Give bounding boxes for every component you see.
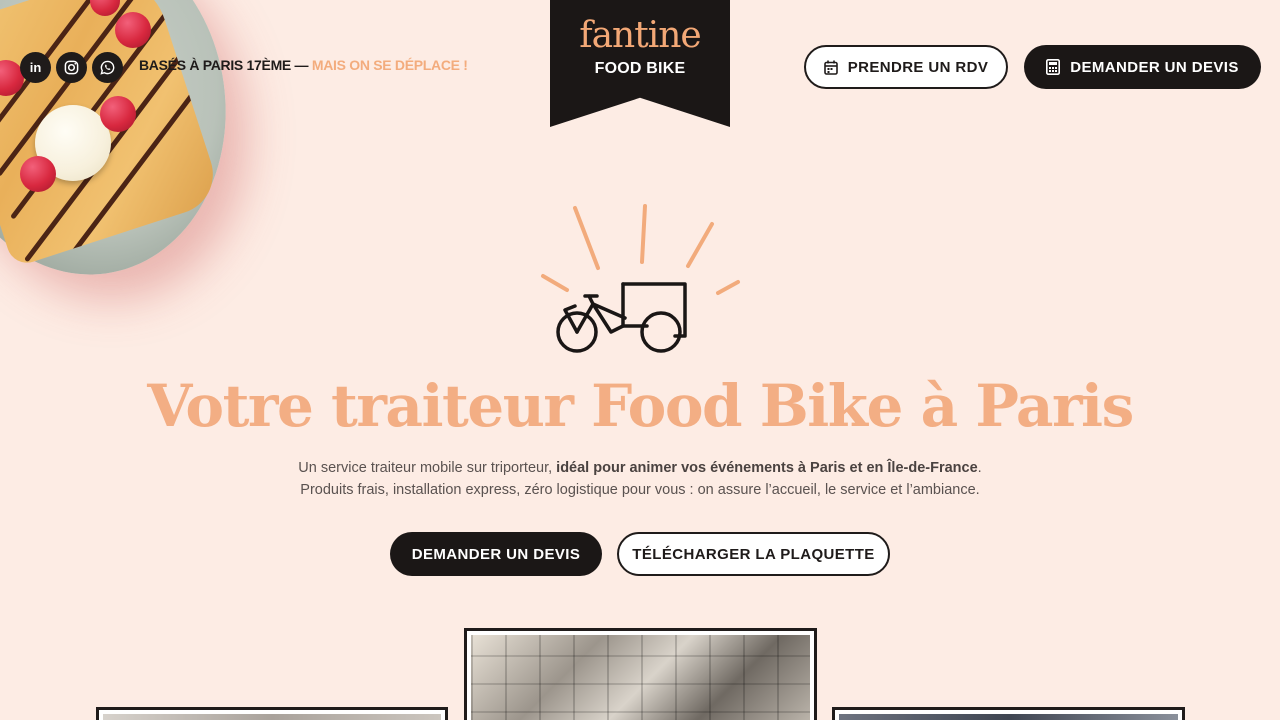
whatsapp-icon[interactable] bbox=[92, 52, 123, 83]
raspberry bbox=[20, 156, 56, 192]
logo-wordmark: fantine bbox=[579, 15, 701, 56]
calendar-icon bbox=[823, 60, 838, 75]
hero-request-quote-label: DEMANDER UN DEVIS bbox=[411, 545, 581, 563]
photo-frame-center bbox=[464, 628, 817, 720]
location-text: BASÉS À PARIS 17ÈME — bbox=[139, 57, 312, 73]
food-bike-illustration bbox=[541, 204, 740, 353]
hero-description-line-2: Produits frais, installation express, zé… bbox=[300, 482, 980, 498]
download-brochure-button[interactable]: TÉLÉCHARGER LA PLAQUETTE bbox=[617, 532, 890, 576]
poster-wall-photo bbox=[471, 635, 810, 720]
photo-frame-left bbox=[96, 707, 448, 720]
instagram-glyph bbox=[64, 60, 79, 75]
hero-description-line-1: Un service traiteur mobile sur triporteu… bbox=[0, 457, 1280, 479]
hero-title: Votre traiteur Food Bike à Paris bbox=[147, 372, 1134, 440]
book-appointment-button[interactable]: PRENDRE UN RDV bbox=[804, 45, 1008, 89]
hero-request-quote-button[interactable]: DEMANDER UN DEVIS bbox=[390, 532, 602, 576]
location-tagline: BASÉS À PARIS 17ÈME — MAIS ON SE DÉPLACE… bbox=[139, 57, 468, 73]
hero-line1-end: . bbox=[977, 460, 982, 476]
book-appointment-label: PRENDRE UN RDV bbox=[847, 58, 989, 76]
hero-description: Un service traiteur mobile sur triporteu… bbox=[0, 457, 1280, 501]
request-quote-label: DEMANDER UN DEVIS bbox=[1070, 58, 1239, 76]
calculator-icon bbox=[1046, 59, 1061, 75]
download-brochure-label: TÉLÉCHARGER LA PLAQUETTE bbox=[632, 545, 875, 563]
instagram-icon[interactable] bbox=[56, 52, 87, 83]
whatsapp-glyph bbox=[100, 60, 115, 75]
photo-frame-right bbox=[832, 707, 1185, 720]
logo-subtitle: FOOD BIKE bbox=[594, 60, 686, 77]
raspberry bbox=[115, 12, 151, 48]
raspberry bbox=[100, 96, 136, 132]
linkedin-icon[interactable]: in bbox=[20, 52, 51, 83]
site-logo[interactable]: fantine FOOD BIKE bbox=[550, 0, 730, 127]
location-accent: MAIS ON SE DÉPLACE ! bbox=[311, 57, 468, 73]
hero-line1-bold: idéal pour animer vos événements à Paris… bbox=[556, 460, 978, 476]
linkedin-glyph: in bbox=[29, 60, 42, 75]
hero-line1-plain: Un service traiteur mobile sur triporteu… bbox=[298, 460, 557, 476]
request-quote-button[interactable]: DEMANDER UN DEVIS bbox=[1024, 45, 1261, 89]
